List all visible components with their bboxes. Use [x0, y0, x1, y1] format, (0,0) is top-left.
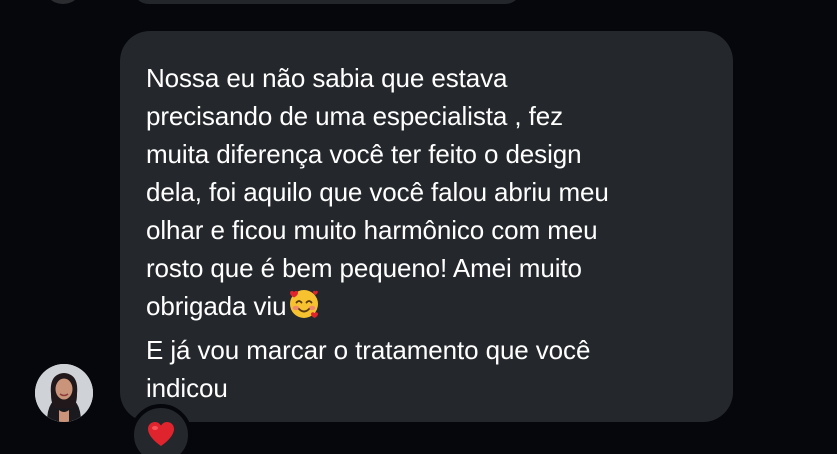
avatar[interactable] [35, 364, 93, 422]
previous-message-bubble[interactable] [132, 0, 522, 4]
red-heart-icon [146, 420, 176, 453]
message-line: Nossa eu não sabia que estava [146, 63, 508, 93]
message-bubble[interactable]: Nossa eu não sabia que estava precisando… [120, 31, 733, 422]
message-line: indicou [146, 373, 228, 403]
message-line: E já vou marcar o tratamento que você [146, 335, 591, 365]
message-line: olhar e ficou muito harmônico com meu [146, 215, 598, 245]
smiling-face-with-hearts-icon [287, 287, 321, 331]
previous-avatar [43, 0, 83, 4]
message-line: rosto que é bem pequeno! Amei muito [146, 253, 582, 283]
message-line-text: obrigada viu [146, 291, 287, 321]
message-line: precisando de uma especialista , fez [146, 101, 563, 131]
message-line: dela, foi aquilo que você falou abriu me… [146, 177, 609, 207]
message-line-with-emoji: obrigada viu [146, 287, 713, 331]
avatar-photo [35, 364, 93, 422]
chat-screen: Nossa eu não sabia que estava precisando… [0, 0, 837, 454]
message-line: muita diferença você ter feito o design [146, 139, 582, 169]
